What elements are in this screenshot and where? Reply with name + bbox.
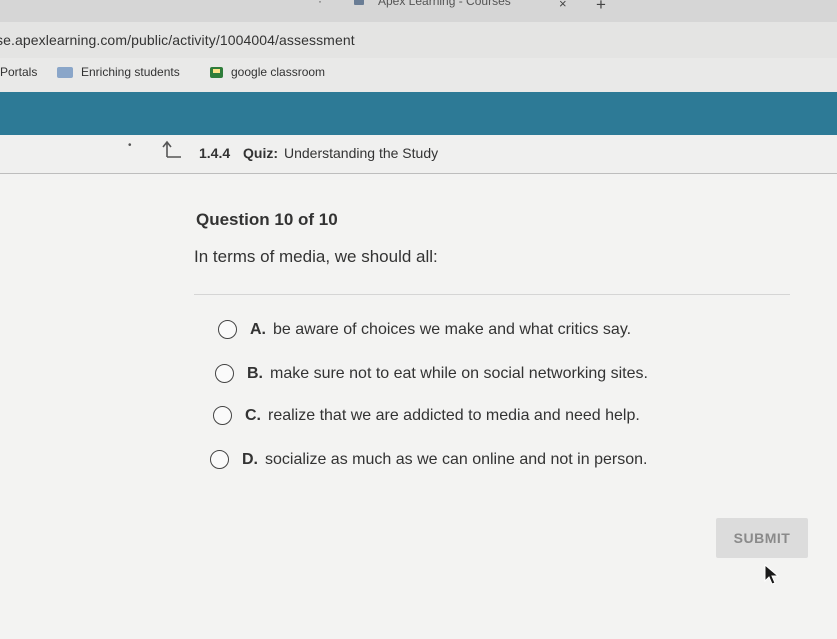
url-text[interactable]: se.apexlearning.com/public/activity/1004… [0, 32, 355, 48]
submit-button[interactable]: SUBMIT [716, 518, 808, 558]
address-bar[interactable]: se.apexlearning.com/public/activity/1004… [0, 22, 837, 58]
back-arrow-icon[interactable] [161, 139, 183, 165]
new-tab-button[interactable]: + [596, 0, 606, 15]
course-header-band [0, 92, 837, 135]
quiz-title: Understanding the Study [284, 145, 439, 161]
option-letter: B. [247, 364, 263, 382]
tab-close-icon[interactable]: × [559, 0, 567, 11]
question-text: In terms of media, we should all: [194, 247, 438, 266]
tab-favicon-icon [354, 0, 364, 5]
radio-button[interactable] [210, 450, 229, 469]
bookmarks-bar: Portals Enriching students google classr… [0, 58, 837, 93]
option-b[interactable]: B. make sure not to eat while on social … [215, 364, 648, 383]
tab-dot: · [318, 0, 322, 8]
quiz-header: • 1.4.4 Quiz: Understanding the Study [0, 135, 837, 174]
option-a[interactable]: A. be aware of choices we make and what … [218, 320, 631, 339]
radio-button[interactable] [213, 406, 232, 425]
radio-button[interactable] [215, 364, 234, 383]
bookmark-label: Portals [0, 65, 38, 79]
bookmark-label: Enriching students [81, 65, 180, 79]
option-text: make sure not to eat while on social net… [270, 364, 648, 382]
option-text: be aware of choices we make and what cri… [273, 320, 632, 338]
option-text: socialize as much as we can online and n… [265, 450, 648, 468]
option-letter: C. [245, 406, 261, 424]
bookmark-label: google classroom [231, 65, 326, 79]
option-letter: D. [242, 450, 258, 468]
quiz-id: 1.4.4 [199, 145, 231, 161]
divider [194, 294, 790, 295]
option-d[interactable]: D. socialize as much as we can online an… [210, 450, 647, 469]
option-text: realize that we are addicted to media an… [268, 406, 640, 424]
classroom-icon [210, 67, 223, 79]
question-count: Question 10 of 10 [196, 210, 338, 229]
tab-title[interactable]: Apex Learning - Courses [378, 0, 511, 8]
back-arrow-svg [162, 140, 181, 158]
quiz-content: Question 10 of 10 In terms of media, we … [0, 174, 837, 639]
option-letter: A. [250, 320, 266, 338]
mouse-cursor-icon [764, 564, 780, 585]
radio-button[interactable] [218, 320, 237, 339]
bookmark-portals[interactable]: Portals [0, 65, 37, 79]
bookmark-google-classroom[interactable]: google classroom [210, 65, 325, 79]
browser-tab-strip: · Apex Learning - Courses × + [0, 0, 837, 22]
quiz-label: Quiz: [243, 145, 278, 161]
image-icon [57, 67, 73, 79]
header-dot: • [128, 140, 132, 151]
option-c[interactable]: C. realize that we are addicted to media… [213, 406, 640, 425]
bookmark-enriching-students[interactable]: Enriching students [57, 65, 180, 79]
